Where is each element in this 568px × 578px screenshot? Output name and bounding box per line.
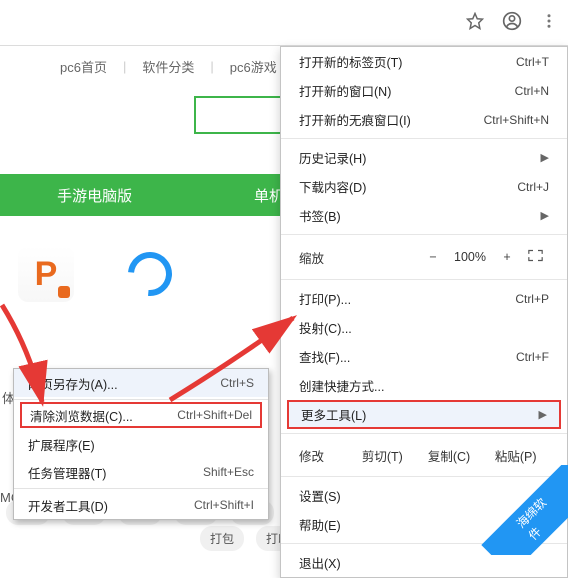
menu-item-new-window[interactable]: 打开新的窗口(N)Ctrl+N bbox=[281, 76, 567, 105]
watermark: 海绵软件 bbox=[478, 465, 568, 555]
nav-link[interactable]: pc6游戏 bbox=[230, 57, 277, 76]
menu-copy[interactable]: 复制(C) bbox=[416, 446, 483, 465]
fullscreen-icon[interactable] bbox=[521, 249, 549, 265]
chevron-right-icon: ▶ bbox=[541, 151, 549, 164]
chevron-right-icon: ▶ bbox=[541, 209, 549, 222]
app-icon-c bbox=[122, 246, 178, 302]
menu-item-new-tab[interactable]: 打开新的标签页(T)Ctrl+T bbox=[281, 47, 567, 76]
submenu-extensions[interactable]: 扩展程序(E) bbox=[14, 430, 268, 458]
menu-item-bookmarks[interactable]: 书签(B)▶ bbox=[281, 201, 567, 230]
submenu-task-manager[interactable]: 任务管理器(T)Shift+Esc bbox=[14, 458, 268, 486]
menu-item-downloads[interactable]: 下载内容(D)Ctrl+J bbox=[281, 172, 567, 201]
submenu-clear-browsing-data[interactable]: 清除浏览数据(C)...Ctrl+Shift+Del bbox=[20, 402, 262, 428]
menu-item-incognito[interactable]: 打开新的无痕窗口(I)Ctrl+Shift+N bbox=[281, 105, 567, 134]
tag[interactable]: 打包 bbox=[200, 526, 244, 551]
user-icon[interactable] bbox=[502, 11, 522, 34]
nav-link[interactable]: 软件分类 bbox=[142, 57, 194, 76]
app-item[interactable]: P bbox=[18, 246, 74, 302]
chevron-right-icon: ▶ bbox=[539, 408, 547, 421]
menu-item-history[interactable]: 历史记录(H)▶ bbox=[281, 143, 567, 172]
app-icon-p: P bbox=[18, 246, 74, 302]
submenu-dev-tools[interactable]: 开发者工具(D)Ctrl+Shift+I bbox=[14, 491, 268, 519]
menu-zoom: 缩放 − 100% + bbox=[281, 239, 567, 275]
category-tab[interactable]: 手游电脑版 bbox=[0, 185, 189, 206]
submenu-save-as[interactable]: 网页另存为(A)...Ctrl+S bbox=[14, 369, 268, 397]
nav-link[interactable]: pc6首页 bbox=[60, 57, 107, 76]
menu-item-create-shortcut[interactable]: 创建快捷方式... bbox=[281, 371, 567, 400]
star-icon[interactable] bbox=[466, 12, 484, 33]
more-icon[interactable] bbox=[540, 12, 558, 33]
menu-item-more-tools[interactable]: 更多工具(L)▶ bbox=[287, 400, 561, 429]
zoom-in-button[interactable]: + bbox=[493, 250, 521, 264]
zoom-out-button[interactable]: − bbox=[419, 250, 447, 264]
menu-item-cast[interactable]: 投射(C)... bbox=[281, 313, 567, 342]
menu-item-print[interactable]: 打印(P)...Ctrl+P bbox=[281, 284, 567, 313]
zoom-value: 100% bbox=[447, 250, 493, 264]
app-item[interactable] bbox=[122, 246, 178, 302]
menu-cut[interactable]: 剪切(T) bbox=[349, 446, 416, 465]
browser-toolbar bbox=[0, 0, 568, 46]
menu-item-find[interactable]: 查找(F)...Ctrl+F bbox=[281, 342, 567, 371]
menu-paste[interactable]: 粘贴(P) bbox=[482, 446, 549, 465]
more-tools-submenu: 网页另存为(A)...Ctrl+S 清除浏览数据(C)...Ctrl+Shift… bbox=[13, 368, 269, 520]
